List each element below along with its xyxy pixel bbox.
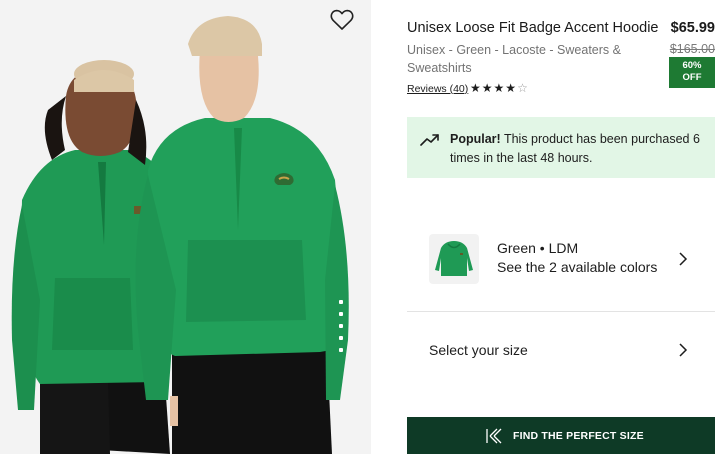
color-selector[interactable]: Green • LDM See the 2 available colors xyxy=(407,218,715,300)
discount-percent: 60% xyxy=(682,60,702,71)
color-thumbnail xyxy=(429,234,479,284)
product-photo xyxy=(0,0,371,454)
star-filled-icon: ★ xyxy=(470,81,482,95)
popular-strong: Popular! xyxy=(450,132,501,146)
title-row: Unisex Loose Fit Badge Accent Hoodie $65… xyxy=(407,20,717,40)
star-filled-icon: ★ xyxy=(505,81,518,95)
heart-outline-icon xyxy=(330,9,354,30)
trending-up-icon xyxy=(420,134,439,146)
select-size-label: Select your size xyxy=(429,342,528,358)
product-category: Unisex - Green - Lacoste - Sweaters & Sw… xyxy=(407,43,621,75)
star-filled-icon: ★ xyxy=(481,81,494,95)
find-perfect-size-button[interactable]: FIND THE PERFECT SIZE xyxy=(407,417,715,454)
original-price: $165.00 xyxy=(669,42,715,56)
product-image[interactable] xyxy=(0,0,371,454)
chevron-right-icon xyxy=(679,252,688,266)
discount-badge: 60% OFF xyxy=(669,57,715,88)
size-selector[interactable]: Select your size xyxy=(407,330,715,370)
product-title: Unisex Loose Fit Badge Accent Hoodie xyxy=(407,20,659,36)
gallery-indicator xyxy=(339,300,345,360)
sale-price: $65.99 xyxy=(670,20,715,36)
star-filled-icon: ★ xyxy=(493,81,506,95)
color-name: Green • LDM xyxy=(497,240,579,256)
popular-text: Popular! This product has been purchased… xyxy=(450,130,706,168)
see-colors-link[interactable]: See the 2 available colors xyxy=(497,259,657,275)
hoodie-thumbnail-image xyxy=(435,241,473,276)
wishlist-button[interactable] xyxy=(330,9,354,31)
popular-banner: Popular! This product has been purchased… xyxy=(407,117,715,178)
discount-off: OFF xyxy=(682,72,702,83)
find-perfect-size-label: FIND THE PERFECT SIZE xyxy=(513,430,644,442)
fit-finder-logo-icon xyxy=(486,428,502,444)
divider xyxy=(407,311,715,312)
chevron-right-icon xyxy=(679,343,688,357)
reviews-link[interactable]: Reviews (40) xyxy=(407,83,468,95)
rating-stars: ★★★★☆ xyxy=(470,81,529,95)
star-empty-icon: ☆ xyxy=(517,81,529,95)
